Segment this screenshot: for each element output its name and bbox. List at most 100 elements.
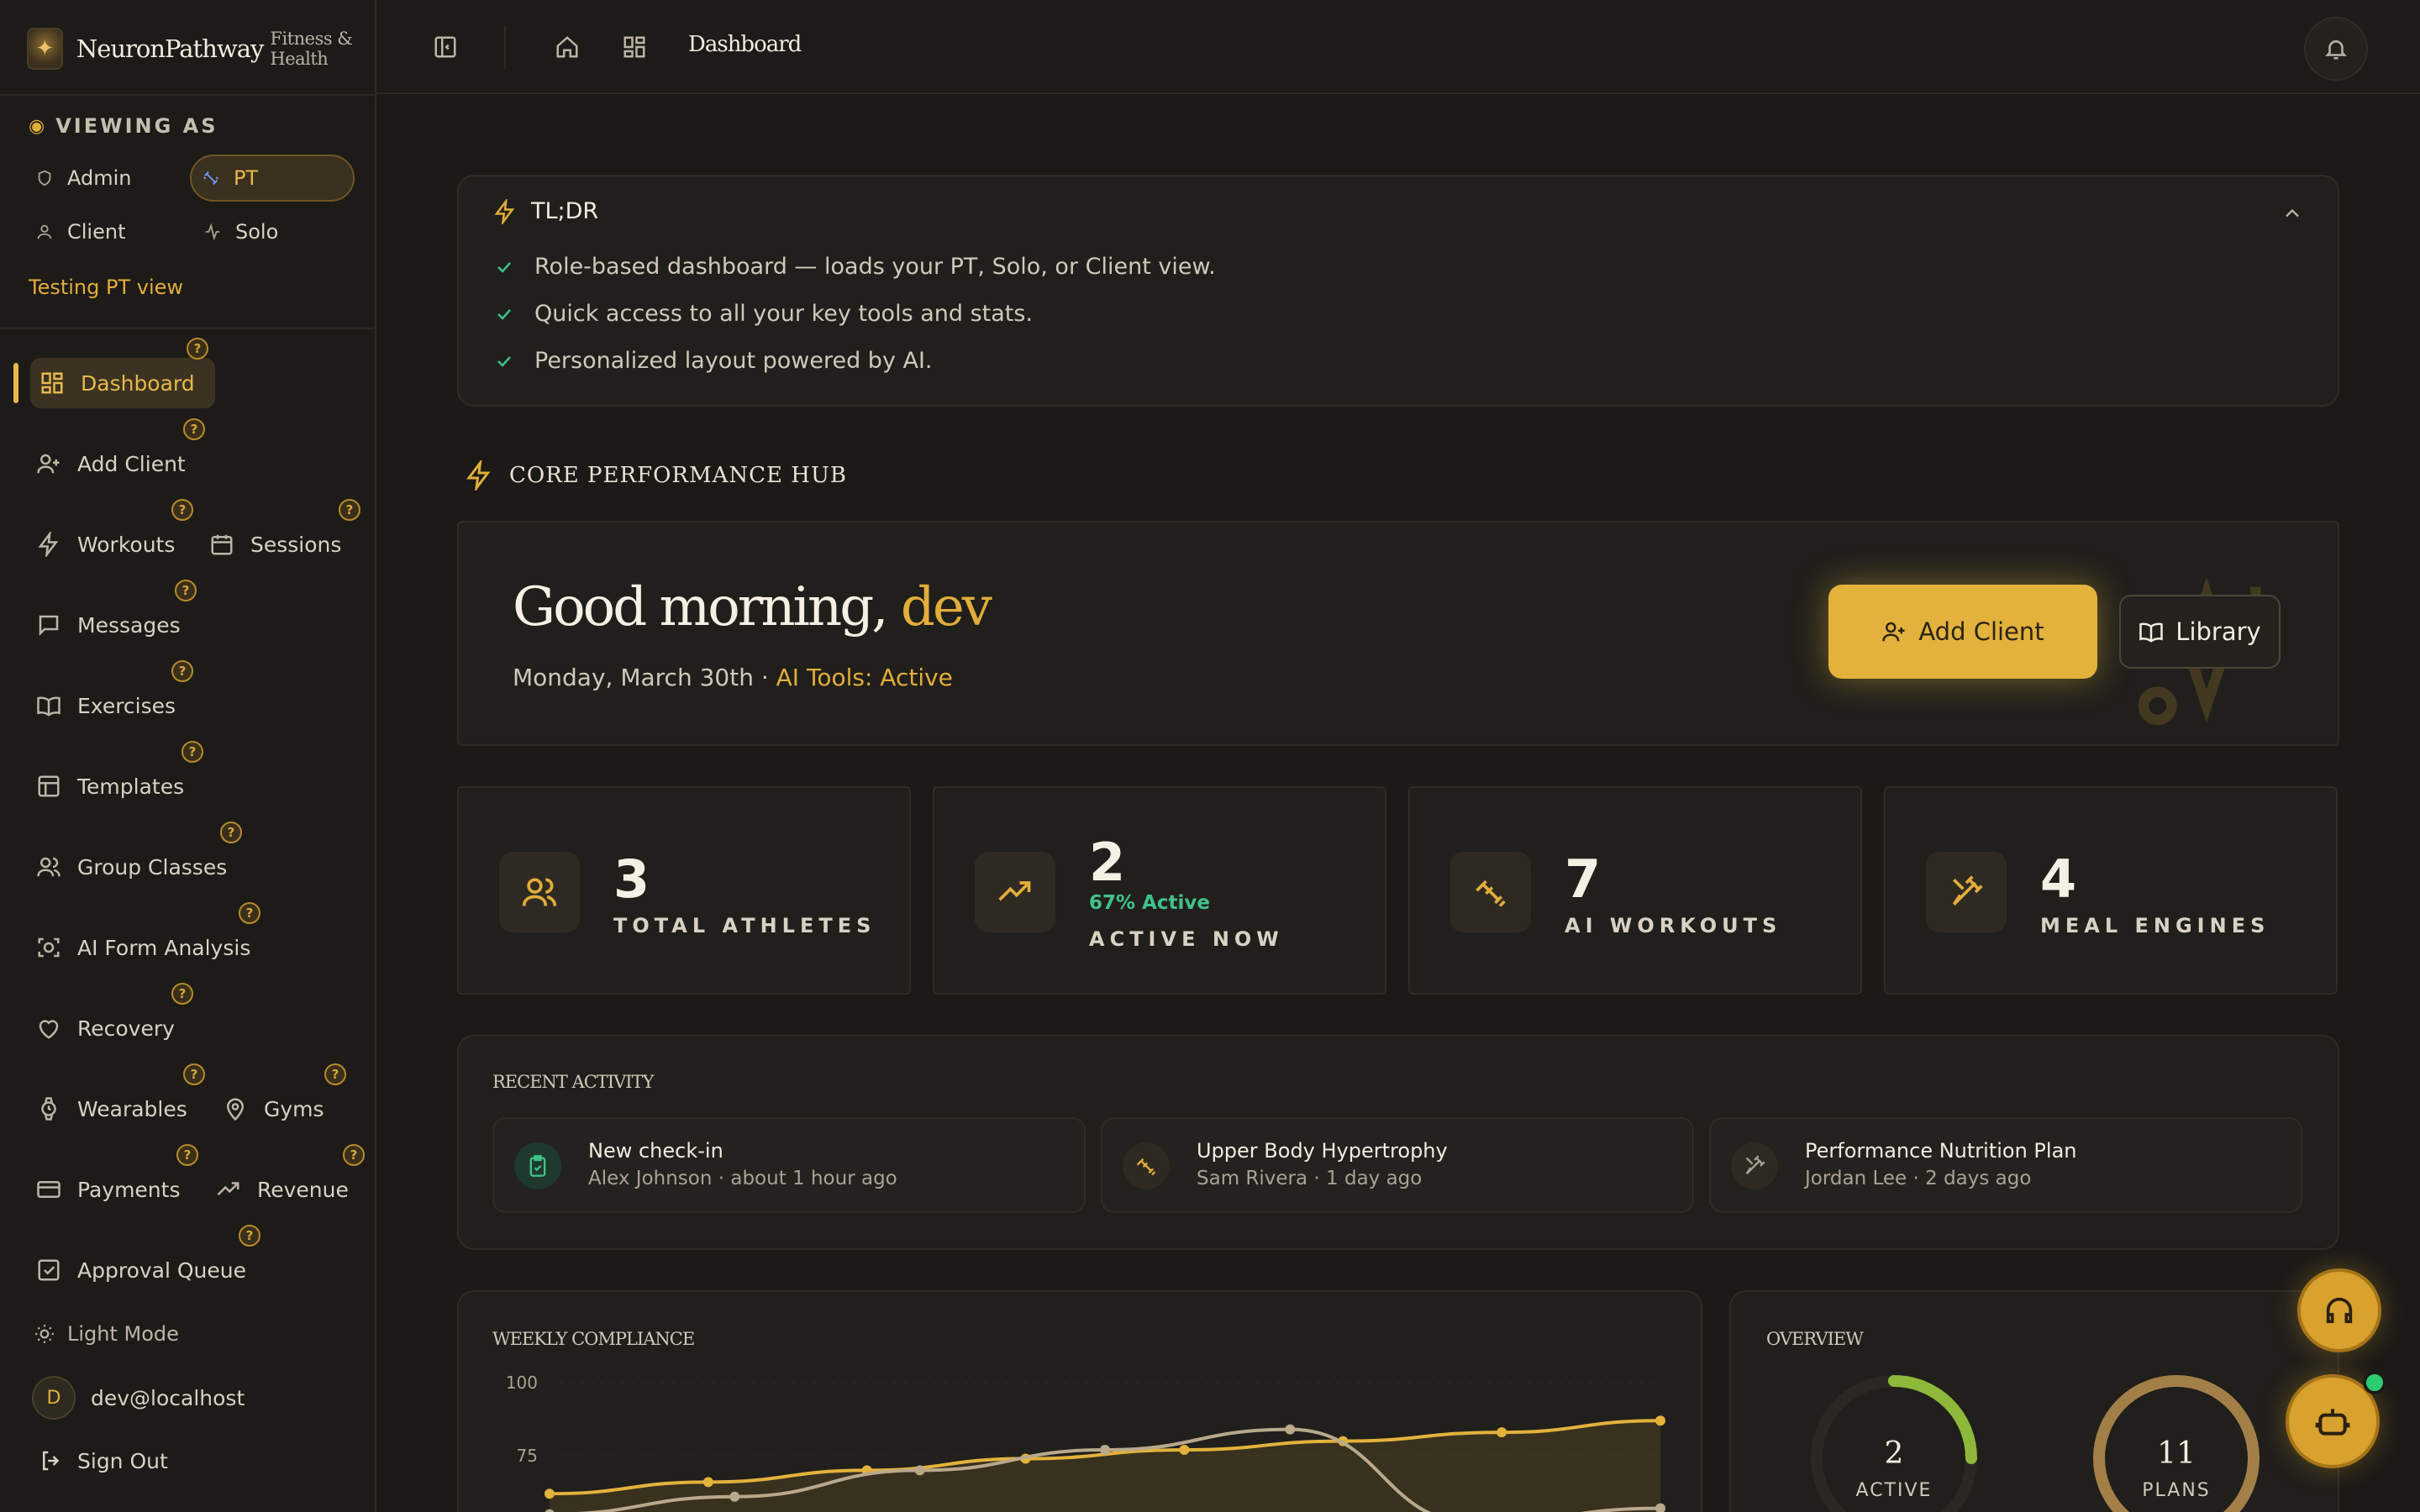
y-tick-label: 75 [517,1446,538,1466]
help-icon[interactable]: ? [220,822,242,843]
activity-item[interactable]: New check-in Alex Johnson · about 1 hour… [492,1117,1086,1213]
light-mode-toggle[interactable]: Light Mode [34,1322,179,1346]
role-client[interactable]: Client [25,208,185,255]
help-icon[interactable]: ? [239,902,260,924]
nav-ai-form-analysis[interactable]: AI Form Analysis [34,922,250,973]
heart-icon [34,1013,64,1043]
active-label: ACTIVE [1855,1480,1933,1501]
stat-card-active[interactable]: 2 67% Active ACTIVE NOW [933,786,1386,995]
data-point[interactable] [1655,1415,1665,1426]
activity-meta: Jordan Lee · 2 days ago [1805,1168,2032,1189]
book-icon [34,690,64,721]
help-icon[interactable]: ? [183,418,205,440]
help-icon[interactable]: ? [187,338,208,360]
activity-icon [203,223,225,241]
data-point[interactable] [702,1477,713,1488]
nav-templates-label: Templates [77,774,185,799]
trending-up-icon [213,1174,244,1205]
brand[interactable]: ✦ NeuronPathway Fitness & Health [27,24,375,74]
avatar: D [32,1376,76,1420]
light-mode-label: Light Mode [67,1322,179,1346]
nav-recovery-label: Recovery [77,1016,175,1041]
data-point[interactable] [1285,1424,1296,1435]
divider [504,25,506,69]
activity-meta: Sam Rivera · 1 day ago [1197,1168,1423,1189]
overview-rings [1811,1375,2260,1512]
stat-card-meals[interactable]: 4 MEAL ENGINES [1884,786,2338,995]
role-solo[interactable]: Solo [193,208,353,255]
scan-icon [34,932,64,963]
nav-group-classes[interactable]: Group Classes [34,842,227,892]
nav-wearables[interactable]: Wearables [34,1084,187,1134]
help-icon[interactable]: ? [239,1225,260,1247]
help-icon[interactable]: ? [175,580,197,601]
help-icon[interactable]: ? [171,660,193,682]
bolt-icon [34,529,64,559]
greeting: Good morning, dev [513,576,992,638]
sign-out-button[interactable]: Sign Out [39,1448,168,1473]
data-point[interactable] [914,1465,925,1476]
stat-card-athletes[interactable]: 3 TOTAL ATHLETES [457,786,911,995]
stat-value: 2 [1089,832,1126,893]
nav-templates[interactable]: Templates [34,761,184,811]
nav-payments[interactable]: Payments [34,1164,180,1215]
home-icon[interactable] [550,30,584,64]
nav-group-classes-label: Group Classes [77,854,228,879]
breadcrumb[interactable]: Dashboard [688,32,802,57]
help-icon[interactable]: ? [171,983,193,1005]
data-point[interactable] [1497,1427,1507,1438]
help-icon[interactable]: ? [171,499,193,521]
nav-exercises[interactable]: Exercises [34,680,176,731]
user-plus-icon [34,449,64,479]
clipboard-check-icon [514,1142,561,1189]
activity-item[interactable]: Performance Nutrition Plan Jordan Lee · … [1709,1117,2302,1213]
divider [0,94,375,96]
data-point[interactable] [729,1491,740,1502]
tldr-item: Personalized layout powered by AI. [494,348,933,374]
nav-wearables-label: Wearables [77,1096,187,1121]
nav-approval-queue[interactable]: Approval Queue [34,1245,246,1295]
nav-revenue[interactable]: Revenue [213,1164,349,1215]
greeting-name: dev [900,576,992,638]
notifications-button[interactable] [2304,17,2368,81]
utensils-icon [1731,1142,1778,1189]
users-icon [499,852,580,932]
help-icon[interactable]: ? [183,1063,205,1085]
help-icon[interactable]: ? [182,741,203,763]
data-point[interactable] [1100,1445,1110,1456]
stat-card-workouts[interactable]: 7 AI WORKOUTS [1408,786,1862,995]
chevron-up-icon[interactable] [2281,202,2304,225]
template-icon [34,771,64,801]
nav-exercises-label: Exercises [77,693,176,718]
tldr-item: Role-based dashboard — loads your PT, So… [494,254,1216,280]
nav-add-client[interactable]: Add Client [34,438,186,489]
nav-dashboard[interactable]: Dashboard [30,358,215,408]
add-client-button[interactable]: Add Client [1828,585,2097,679]
dashboard-icon[interactable] [618,30,651,64]
data-point[interactable] [544,1488,555,1499]
help-icon[interactable]: ? [324,1063,346,1085]
sidebar-toggle-icon[interactable] [429,30,462,64]
sun-icon [34,1323,55,1345]
support-button[interactable] [2297,1268,2381,1352]
credit-card-icon [34,1174,64,1205]
help-icon[interactable]: ? [176,1144,198,1166]
top-bar: Dashboard [376,0,2420,94]
help-icon[interactable]: ? [339,499,360,521]
check-icon [494,257,514,277]
user-profile[interactable]: D dev@localhost [32,1376,245,1420]
role-admin[interactable]: Admin [25,155,185,202]
nav-sessions[interactable]: Sessions [207,519,341,570]
activity-item[interactable]: Upper Body Hypertrophy Sam Rivera · 1 da… [1101,1117,1694,1213]
nav-messages[interactable]: Messages [34,600,181,650]
tldr-header[interactable]: TL;DR [492,198,598,224]
nav-workouts[interactable]: Workouts [34,519,175,570]
library-button[interactable]: Library [2119,595,2281,669]
help-icon[interactable]: ? [343,1144,365,1166]
section-heading: CORE PERFORMANCE HUB [464,460,847,491]
activity-title: Performance Nutrition Plan [1805,1139,2077,1163]
role-pt[interactable]: PT [190,155,355,202]
nav-recovery[interactable]: Recovery [34,1003,175,1053]
data-point[interactable] [1179,1445,1190,1456]
nav-gyms[interactable]: Gyms [220,1084,324,1134]
